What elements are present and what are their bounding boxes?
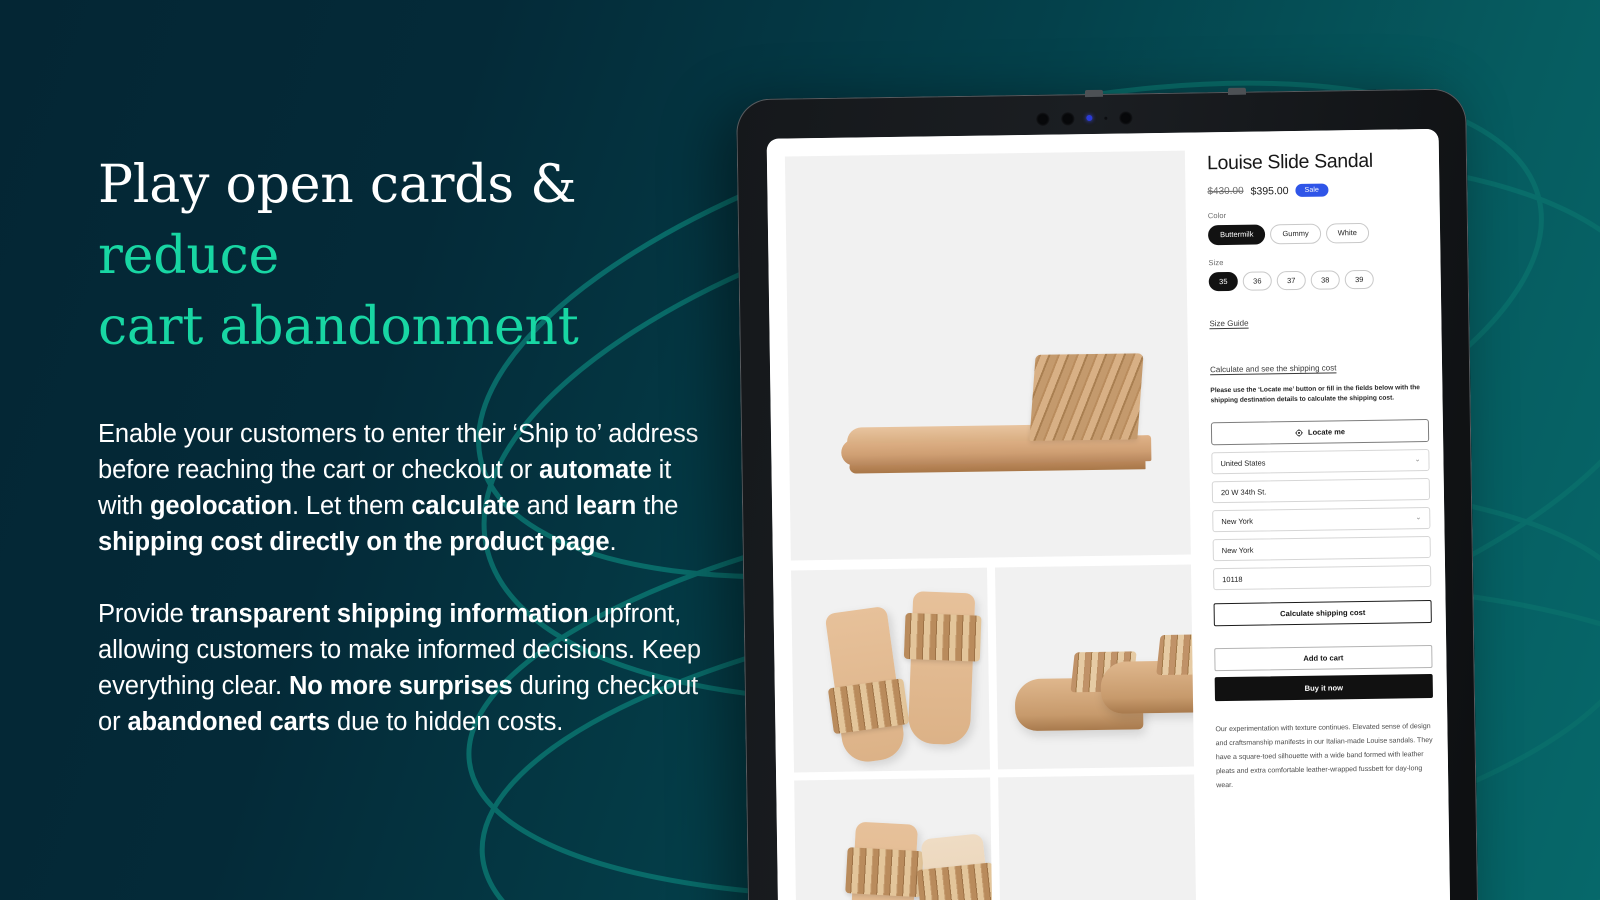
city-input[interactable]: New York	[1212, 536, 1431, 562]
calculate-shipping-link[interactable]: Calculate and see the shipping cost	[1210, 363, 1336, 374]
sandal-band	[827, 678, 910, 735]
camera-dot-icon	[1104, 116, 1108, 120]
body-text: and	[519, 492, 576, 521]
size-guide-link[interactable]: Size Guide	[1209, 319, 1248, 329]
product-description: Our experimentation with texture continu…	[1215, 723, 1433, 790]
product-title: Louise Slide Sandal	[1206, 149, 1373, 175]
product-hero-image[interactable]	[784, 150, 1191, 561]
calc-link-row: Calculate and see the shipping cost	[1210, 356, 1428, 377]
color-swatch-group[interactable]: Buttermilk Gummy White	[1207, 222, 1426, 245]
emphasis-text: transparent shipping information	[190, 599, 589, 628]
country-value: United States	[1220, 458, 1266, 469]
product-thumbnail[interactable]	[791, 567, 990, 773]
sandal-back	[1100, 634, 1194, 714]
product-thumbnail-grid	[791, 564, 1198, 900]
price-row: $430.00 $395.00 Sale	[1207, 182, 1425, 198]
add-to-cart-button[interactable]: Add to cart	[1214, 645, 1433, 672]
city-value: New York	[1221, 545, 1254, 556]
promo-slide: Play open cards & reduce cart abandonment…	[0, 0, 1600, 900]
color-option-buttermilk[interactable]: Buttermilk	[1207, 224, 1266, 245]
locate-me-button[interactable]: Locate me	[1210, 419, 1430, 446]
sandal-band	[916, 862, 994, 900]
emphasis-text: automate	[539, 455, 652, 484]
product-details-panel: Louise Slide Sandal $430.00 $395.00 Sale…	[1194, 128, 1452, 900]
product-thumbnail[interactable]	[994, 564, 1194, 770]
color-option-gummy[interactable]: Gummy	[1270, 223, 1321, 244]
headline-accent: reduce	[98, 226, 280, 287]
country-select[interactable]: United States ⌄	[1211, 449, 1430, 475]
size-option-37[interactable]: 37	[1276, 270, 1306, 291]
emphasis-text: calculate	[411, 492, 520, 521]
size-selector-group[interactable]: 35 36 37 38 39	[1208, 269, 1427, 292]
sandal-band	[845, 847, 924, 898]
camera-lens-icon	[1036, 112, 1050, 126]
hero-paragraph-1: Enable your customers to enter their ‘Sh…	[98, 416, 708, 561]
camera-lens-icon	[1119, 110, 1133, 125]
camera-array	[1036, 107, 1166, 129]
size-option-label: Size	[1208, 257, 1224, 267]
sandal-right	[916, 833, 994, 900]
tablet-device: Louise Slide Sandal $430.00 $395.00 Sale…	[736, 87, 1479, 900]
sandal-pleated-strap	[1029, 353, 1144, 441]
sandal-right	[903, 591, 982, 746]
sandal-left	[824, 605, 910, 765]
compare-at-price: $430.00	[1207, 185, 1244, 198]
tablet-power-button[interactable]	[1084, 89, 1104, 98]
chevron-down-icon: ⌄	[1414, 456, 1421, 464]
zip-value: 10118	[1222, 574, 1243, 585]
sandal-band	[903, 612, 982, 662]
state-value: New York	[1221, 516, 1254, 527]
camera-led-icon	[1086, 114, 1093, 122]
hero-copy: Play open cards & reduce cart abandonment…	[98, 150, 708, 740]
size-guide-row: Size Guide	[1209, 310, 1427, 331]
calculate-shipping-button[interactable]: Calculate shipping cost	[1213, 600, 1432, 627]
status-badge: Sale	[1295, 183, 1329, 197]
address-value: 20 W 34th St.	[1220, 487, 1267, 498]
camera-lens-icon	[1061, 111, 1075, 125]
chevron-down-icon: ⌄	[1415, 514, 1422, 522]
body-text: Provide	[98, 599, 191, 628]
zip-input[interactable]: 10118	[1213, 565, 1432, 591]
body-text: the	[636, 492, 679, 521]
page-title: Play open cards & reduce cart abandonment	[98, 155, 579, 358]
hero-paragraph-2: Provide transparent shipping information…	[98, 596, 708, 741]
size-option-36[interactable]: 36	[1242, 270, 1272, 291]
emphasis-text: abandoned carts	[127, 708, 331, 737]
tablet-screen: Louise Slide Sandal $430.00 $395.00 Sale…	[766, 128, 1452, 900]
address-input[interactable]: 20 W 34th St.	[1211, 478, 1431, 504]
color-option-white[interactable]: White	[1325, 222, 1369, 244]
product-thumbnail[interactable]	[998, 774, 1198, 900]
sandal-top-view-2	[794, 778, 994, 900]
emphasis-text: learn	[575, 492, 637, 521]
tablet-volume-button[interactable]	[1227, 87, 1247, 95]
state-select[interactable]: New York ⌄	[1212, 507, 1431, 533]
current-price: $395.00	[1250, 184, 1289, 198]
body-text: due to hidden costs.	[330, 708, 564, 737]
sandal-angle-view	[995, 565, 1194, 770]
body-text: . Let them	[291, 492, 412, 521]
sandal-side-view	[840, 349, 1152, 474]
size-option-35[interactable]: 35	[1208, 271, 1238, 292]
product-thumbnail[interactable]	[794, 777, 994, 900]
headline-accent: cart abandonment	[98, 297, 579, 358]
shipping-address-form: United States ⌄ 20 W 34th St. New York ⌄ New …	[1211, 449, 1432, 591]
sandal-left	[845, 821, 924, 900]
sandal-band	[1156, 634, 1194, 676]
emphasis-text: geolocation	[149, 492, 292, 521]
buy-it-now-button[interactable]: Buy it now	[1214, 674, 1433, 702]
target-icon	[1294, 428, 1303, 437]
size-option-39[interactable]: 39	[1344, 269, 1374, 290]
locate-me-label: Locate me	[1307, 427, 1346, 438]
sandal-top-view	[791, 568, 990, 773]
color-option-label: Color	[1207, 210, 1227, 221]
emphasis-text: No more surprises	[288, 671, 513, 700]
shipping-help-text: Please use the ‘Locate me’ button or fil…	[1210, 384, 1421, 405]
body-text: .	[609, 528, 617, 557]
size-option-38[interactable]: 38	[1310, 269, 1340, 290]
emphasis-text: shipping cost directly on the product pa…	[98, 528, 610, 557]
product-gallery	[766, 132, 1208, 900]
